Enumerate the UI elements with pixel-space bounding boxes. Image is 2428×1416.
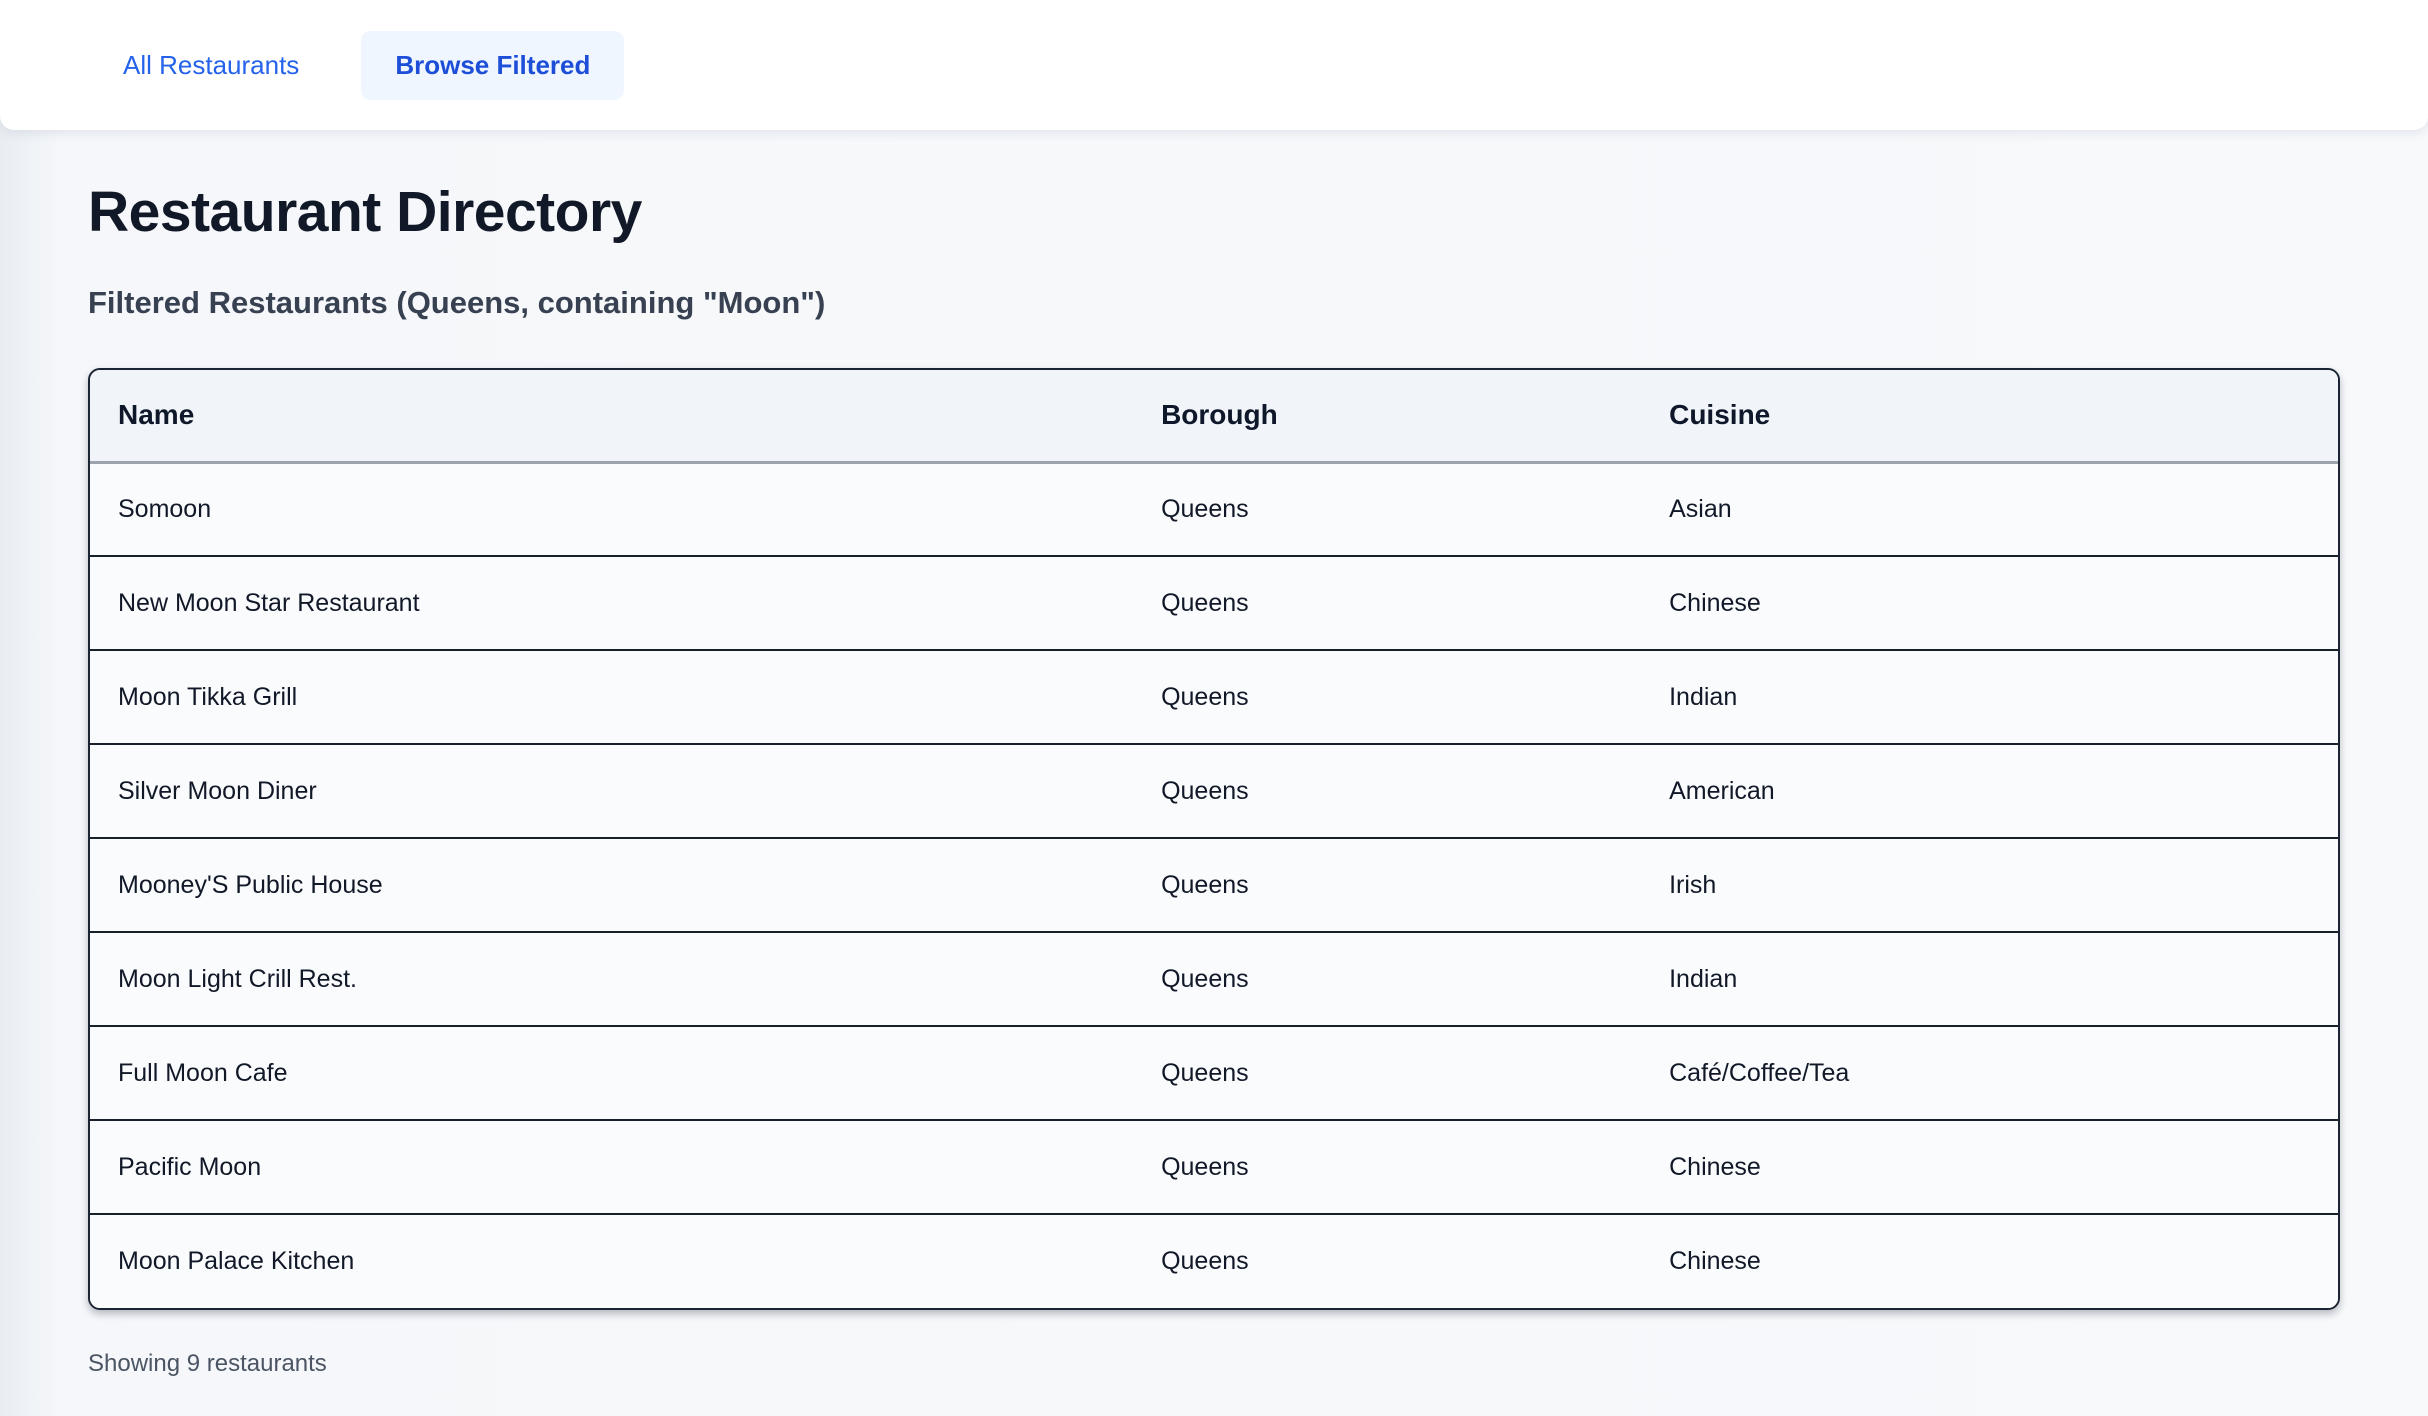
cell-cuisine: Chinese <box>1641 555 2338 650</box>
table-row: Somoon Queens Asian <box>90 462 2338 556</box>
cell-name: Pacific Moon <box>90 1119 1134 1214</box>
cell-name: Moon Palace Kitchen <box>90 1213 1134 1308</box>
cell-borough: Queens <box>1133 1025 1642 1120</box>
cell-cuisine: Indian <box>1641 649 2338 744</box>
table-row: Moon Tikka Grill Queens Indian <box>90 649 2338 744</box>
cell-name: New Moon Star Restaurant <box>90 555 1134 650</box>
tab-all-restaurants[interactable]: All Restaurants <box>119 32 303 99</box>
tab-browse-filtered[interactable]: Browse Filtered <box>361 30 625 100</box>
cell-cuisine: Asian <box>1641 462 2338 556</box>
cell-borough: Queens <box>1133 462 1642 556</box>
column-header-borough: Borough <box>1133 370 1642 464</box>
cell-borough: Queens <box>1133 931 1642 1026</box>
filtered-results-subtitle: Filtered Restaurants (Queens, containing… <box>88 285 826 320</box>
cell-cuisine: Chinese <box>1641 1213 2338 1308</box>
table-header-row: Name Borough Cuisine <box>90 370 2338 464</box>
cell-cuisine: Irish <box>1641 837 2338 932</box>
main-content: Restaurant Directory Filtered Restaurant… <box>88 178 2340 1378</box>
table-row: Moon Light Crill Rest. Queens Indian <box>90 931 2338 1026</box>
cell-cuisine: Indian <box>1641 931 2338 1026</box>
cell-name: Full Moon Cafe <box>90 1025 1134 1120</box>
table-row: New Moon Star Restaurant Queens Chinese <box>90 555 2338 650</box>
cell-borough: Queens <box>1133 555 1642 650</box>
cell-borough: Queens <box>1133 837 1642 932</box>
cell-name: Silver Moon Diner <box>90 743 1134 838</box>
cell-cuisine: Café/Coffee/Tea <box>1641 1025 2338 1120</box>
restaurants-table: Name Borough Cuisine Somoon Queens Asian… <box>90 370 2338 1308</box>
page-title: Restaurant Directory <box>88 180 642 244</box>
table-row: Pacific Moon Queens Chinese <box>90 1119 2338 1214</box>
restaurants-table-container: Name Borough Cuisine Somoon Queens Asian… <box>88 368 2340 1310</box>
table-row: Mooney'S Public House Queens Irish <box>90 837 2338 932</box>
results-count-status: Showing 9 restaurants <box>88 1350 327 1377</box>
cell-borough: Queens <box>1133 743 1642 838</box>
cell-name: Somoon <box>90 462 1134 556</box>
cell-name: Moon Tikka Grill <box>90 649 1134 744</box>
cell-borough: Queens <box>1133 1119 1642 1214</box>
column-header-name: Name <box>90 370 1134 464</box>
cell-name: Mooney'S Public House <box>90 837 1134 932</box>
cell-borough: Queens <box>1133 1213 1642 1308</box>
table-row: Moon Palace Kitchen Queens Chinese <box>90 1213 2338 1308</box>
column-header-cuisine: Cuisine <box>1641 370 2338 464</box>
top-nav: All Restaurants Browse Filtered <box>0 0 2428 130</box>
cell-cuisine: American <box>1641 743 2338 838</box>
table-row: Silver Moon Diner Queens American <box>90 743 2338 838</box>
table-row: Full Moon Cafe Queens Café/Coffee/Tea <box>90 1025 2338 1120</box>
cell-cuisine: Chinese <box>1641 1119 2338 1214</box>
table-body: Somoon Queens Asian New Moon Star Restau… <box>90 462 2338 1308</box>
cell-borough: Queens <box>1133 649 1642 744</box>
cell-name: Moon Light Crill Rest. <box>90 931 1134 1026</box>
